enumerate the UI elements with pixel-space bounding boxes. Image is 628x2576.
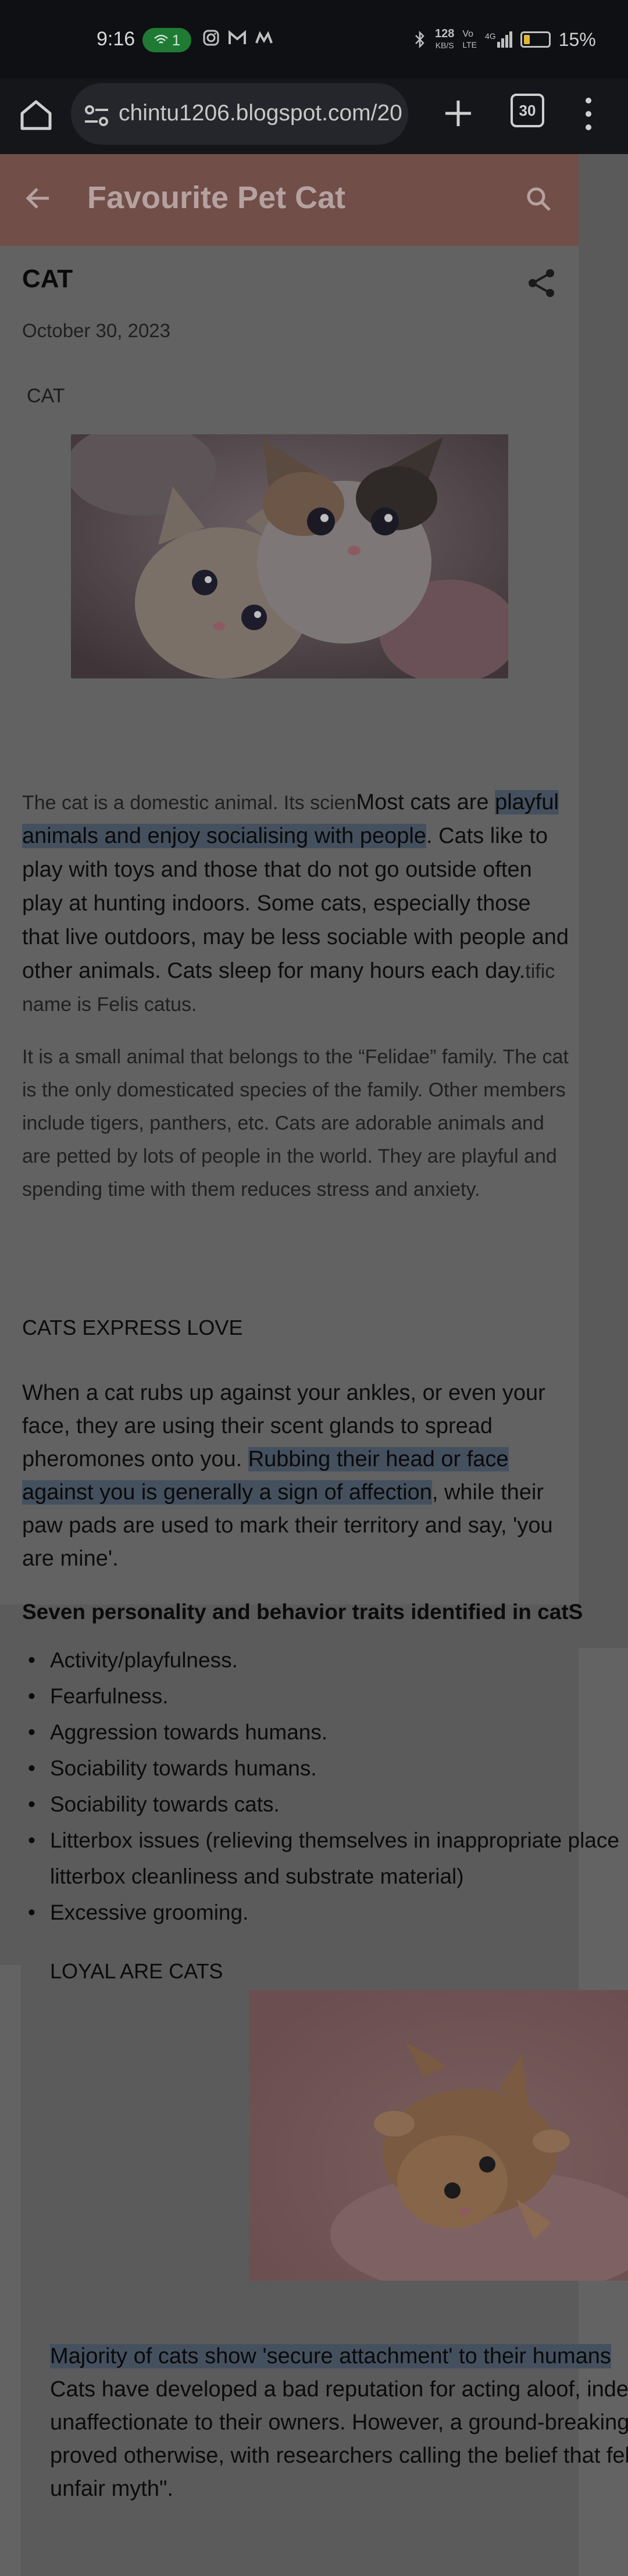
kittens-image bbox=[71, 434, 508, 678]
call-count: 1 bbox=[172, 31, 181, 49]
kitten-on-blanket-image bbox=[249, 1990, 628, 2281]
love-paragraph: When a cat rubs up against your ankles, … bbox=[22, 1381, 553, 1571]
browser-toolbar: chintu1206.blogspot.com/20 30 bbox=[0, 78, 628, 154]
new-tab-icon[interactable] bbox=[437, 92, 479, 134]
list-item: Sociability towards humans. bbox=[22, 1750, 628, 1787]
post-title: CAT bbox=[22, 265, 73, 293]
battery-icon bbox=[520, 31, 551, 48]
system-icons: 128 KB/S Vo LTE 4G 15% bbox=[413, 28, 596, 51]
battery-percent: 15% bbox=[558, 28, 596, 50]
status-time: 9:16 bbox=[97, 28, 135, 50]
url-text[interactable]: chintu1206.blogspot.com/20 bbox=[119, 101, 404, 126]
blog-header: Favourite Pet Cat bbox=[0, 154, 579, 246]
m-app-icon bbox=[255, 31, 273, 44]
page-left-gutter bbox=[0, 1965, 21, 2576]
notification-icons bbox=[202, 29, 273, 47]
post-label: CAT bbox=[27, 385, 65, 407]
tab-switcher-button[interactable]: 30 bbox=[511, 94, 544, 127]
instagram-icon bbox=[203, 30, 219, 46]
loyalty-paragraph: Majority of cats show 'secure attachment… bbox=[50, 2344, 628, 2501]
list-item: Fearfulness. bbox=[22, 1678, 628, 1714]
list-item: Activity/playfulness. bbox=[22, 1642, 628, 1678]
status-bar: 9:16 1 128 KB/S Vo LTE 4G 15% bbox=[0, 0, 628, 78]
more-options-icon[interactable] bbox=[577, 94, 600, 134]
list-item: Excessive grooming. bbox=[22, 1895, 628, 1931]
highlighted-text[interactable]: Majority of cats show 'secure attachment… bbox=[50, 2344, 611, 2368]
intro-paragraph: The cat is a domestic animal. Its scienM… bbox=[22, 790, 569, 1016]
bluetooth-icon bbox=[415, 30, 424, 49]
site-settings-icon[interactable] bbox=[80, 99, 113, 132]
volte-indicator: Vo LTE bbox=[462, 29, 477, 49]
blog-title[interactable]: Favourite Pet Cat bbox=[87, 180, 345, 216]
share-icon[interactable] bbox=[524, 266, 558, 300]
list-item: Sociability towards cats. bbox=[22, 1787, 628, 1823]
traits-list: Activity/playfulness. Fearfulness. Aggre… bbox=[22, 1642, 628, 1931]
back-arrow-icon[interactable] bbox=[21, 181, 56, 216]
tab-count: 30 bbox=[519, 101, 536, 119]
section-title-love: CATS EXPRESS LOVE bbox=[22, 1316, 243, 1339]
section-title-loyal: LOYAL ARE CATS bbox=[50, 1959, 223, 1983]
net-speed: 128 KB/S bbox=[435, 27, 455, 50]
ongoing-call-pill[interactable]: 1 bbox=[142, 28, 191, 52]
home-icon[interactable] bbox=[17, 96, 55, 133]
post-date: October 30, 2023 bbox=[22, 320, 171, 341]
traits-heading: Seven personality and behavior traits id… bbox=[22, 1600, 583, 1624]
wifi-call-icon bbox=[154, 34, 168, 44]
list-item: Aggression towards humans. bbox=[22, 1714, 628, 1750]
signal-icon: 4G bbox=[485, 31, 512, 48]
description-paragraph: It is a small animal that belongs to the… bbox=[22, 1046, 569, 1201]
list-item: Litterbox issues (relieving themselves i… bbox=[22, 1823, 628, 1895]
gmail-icon bbox=[229, 30, 246, 44]
search-icon[interactable] bbox=[520, 181, 558, 218]
address-bar[interactable]: chintu1206.blogspot.com/20 bbox=[71, 83, 408, 145]
